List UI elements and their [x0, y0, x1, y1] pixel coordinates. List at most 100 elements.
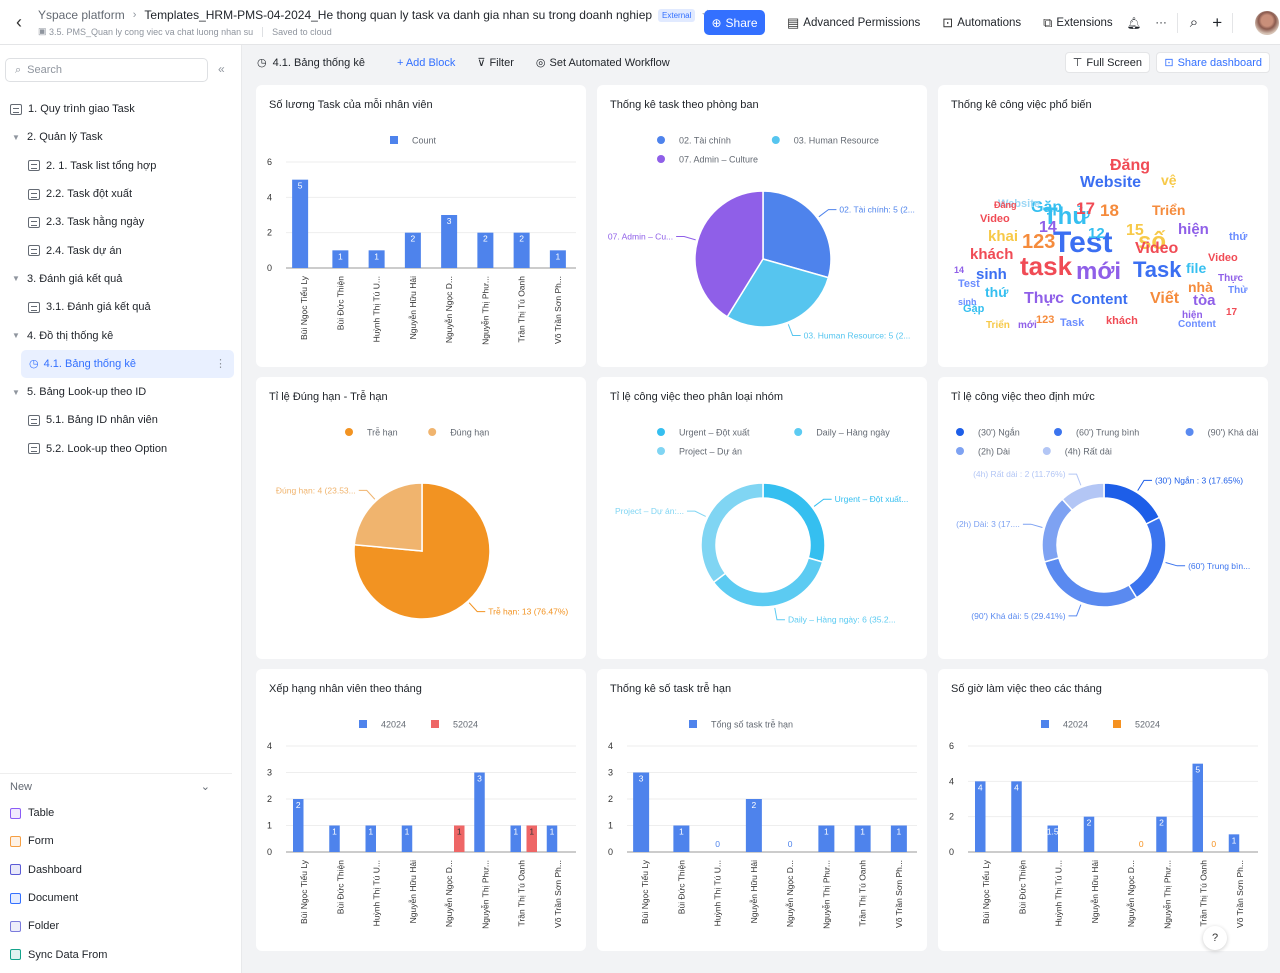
word-cloud-word: sinh	[976, 265, 1007, 283]
plus-icon[interactable]: +	[1212, 13, 1222, 33]
sidebar-item[interactable]: 5.1. Bảng ID nhân viên	[0, 406, 242, 434]
puzzle-icon: ⧉	[1043, 14, 1053, 30]
sidebar-item[interactable]: 2.4. Task dự án	[0, 236, 242, 264]
notification-bell-icon[interactable]: 🔔︎	[1127, 16, 1142, 30]
folder-path[interactable]: 3.5. PMS_Quan ly cong viec va chat luong…	[49, 27, 253, 37]
x-tick-label: Huỳnh Thị Tú U...	[1054, 860, 1064, 926]
document-icon	[10, 103, 22, 115]
share-dashboard-label: Share dashboard	[1177, 56, 1262, 69]
x-tick-label: Nguyễn Thị Phư...	[1162, 860, 1172, 929]
search-icon[interactable]: ⌕	[1190, 14, 1198, 31]
folder-icon: ▣	[38, 26, 50, 36]
x-tick-label: Trần Thị Tú Oanh	[517, 276, 527, 343]
advanced-permissions-button[interactable]: ▤ Advanced Permissions	[787, 15, 920, 31]
sidebar-item[interactable]: ▼ 5. Bảng Look-up theo ID	[0, 378, 242, 406]
word-cloud-word: 17	[1226, 306, 1238, 318]
chart-card-c1[interactable]: Số lương Task của mỗi nhân viên Count 0 2 4 6…	[256, 85, 586, 367]
new-item-sync-data-from[interactable]: Sync Data From	[0, 940, 242, 968]
x-tick-label: Bùi Đức Thiện	[1017, 860, 1027, 914]
filter-button[interactable]: ⊽ Filter	[477, 56, 514, 70]
add-block-button[interactable]: + Add Block	[397, 57, 455, 69]
word-cloud-word: Thử	[1228, 284, 1248, 296]
sidebar-item[interactable]: ▼ 3. Đánh giá kết quả	[0, 265, 242, 293]
sidebar-item-label: 5.2. Look-up theo Option	[46, 442, 168, 455]
chart-card-c9[interactable]: Số giờ làm việc theo các tháng 42024 52024…	[938, 669, 1268, 951]
legend-swatch	[428, 428, 437, 436]
divider	[1232, 12, 1234, 33]
sidebar-item[interactable]: 3.1. Đánh giá kết quả	[0, 293, 242, 321]
collapse-sidebar-icon[interactable]: «	[218, 62, 225, 76]
x-tick-label: Bùi Đức Thiện	[676, 860, 686, 914]
bar-value-label: 3	[639, 774, 644, 784]
chart-card-c8[interactable]: Thống kê số task trễ hạn Tổng số task trễ…	[597, 669, 927, 951]
doc-title[interactable]: Templates_HRM-PMS-04-2024_He thong quan …	[144, 8, 652, 22]
help-icon[interactable]: ?	[1203, 926, 1227, 950]
divider	[262, 26, 264, 37]
legend-label: Trễ hạn	[367, 428, 398, 438]
sidebar-item[interactable]: 2.2. Task đột xuất	[0, 180, 242, 208]
pie-slice	[1041, 498, 1074, 563]
sidebar-item[interactable]: 5.2. Look-up theo Option	[0, 435, 242, 463]
sidebar-item[interactable]: 2.3. Task hằng ngày	[0, 208, 242, 236]
chart-card-c5[interactable]: Tỉ lệ công việc theo phân loại nhóm Urgen…	[597, 377, 927, 659]
new-label: New	[10, 780, 33, 793]
new-item-document[interactable]: Document	[0, 884, 242, 912]
x-tick-label: Bùi Ngọc Tiểu Ly	[981, 859, 991, 924]
user-avatar[interactable]	[1255, 10, 1280, 35]
chart-svg: 42024 52024 0 1 2 3 4 2 Bùi Ngọc Tiểu Ly 1 Bùi Đức…	[267, 720, 576, 929]
new-section-header[interactable]: New ⌄	[0, 773, 232, 799]
word-cloud-word: vệ	[1161, 171, 1177, 188]
full-screen-button[interactable]: ⊤ Full Screen	[1064, 52, 1150, 73]
chart-svg: Tổng số task trễ hạn 0 1 2 3 4 3 Bùi Ngọc Tiểu …	[608, 720, 917, 929]
label-leader-line	[1068, 473, 1082, 486]
sidebar-item-label: 2.2. Task đột xuất	[46, 188, 133, 201]
chart-card-c7[interactable]: Xếp hạng nhân viên theo tháng 42024 52024 0…	[256, 669, 586, 951]
new-item-label: Document	[28, 892, 79, 905]
new-item-table[interactable]: Table	[0, 799, 242, 827]
chart-card-c2[interactable]: Thống kê task theo phòng ban 02. Tài chín…	[597, 85, 927, 367]
back-chevron-left-icon[interactable]: ‹	[4, 12, 34, 33]
x-tick-label: Nguyễn Hữu Hải	[408, 276, 418, 339]
bar-value-label: 1	[332, 827, 337, 837]
sidebar-item-label: 2. 1. Task list tổng hợp	[46, 159, 157, 172]
more-icon[interactable]: ···	[1155, 17, 1167, 29]
bar-value-label: 0	[1211, 839, 1216, 849]
new-item-dashboard[interactable]: Dashboard	[0, 856, 242, 884]
sidebar-item[interactable]: ◷ 4.1. Bảng thống kê ⋮	[21, 349, 234, 378]
word-cloud-word: Triển	[1152, 201, 1186, 218]
automations-button[interactable]: ⊡ Automations	[942, 15, 1021, 31]
table-icon	[28, 443, 40, 455]
search-placeholder: Search	[27, 64, 63, 76]
bar-value-label: 2	[296, 800, 301, 810]
new-item-folder[interactable]: Folder	[0, 912, 242, 940]
full-screen-label: Full Screen	[1086, 56, 1142, 69]
word-cloud-word: Content	[1071, 290, 1128, 308]
chart-card-c6[interactable]: Tỉ lệ công việc theo định mức (30') Ngắn(…	[938, 377, 1268, 659]
slice-label: (2h) Dài: 3 (17....	[956, 519, 1020, 529]
chart-card-c3[interactable]: Thống kê công việc phổ biến Test Thử task mớ…	[938, 85, 1268, 367]
sidebar-item[interactable]: ▼ 2. Quản lý Task	[0, 123, 242, 151]
x-tick-label: Nguyễn Ngọc D...	[1126, 860, 1136, 927]
breadcrumb-root[interactable]: Yspace platform	[38, 8, 125, 22]
caret-down-icon[interactable]: ▼	[10, 274, 22, 283]
automated-workflow-button[interactable]: ◎ Set Automated Workflow	[536, 56, 670, 70]
chart-card-c4[interactable]: Tỉ lệ Đúng hạn - Trễ hạn Trễ hạn Đúng hạn T…	[256, 377, 586, 659]
sidebar-item[interactable]: ▼ 4. Đồ thị thống kê	[0, 321, 242, 349]
new-item-form[interactable]: Form	[0, 827, 242, 855]
share-dashboard-button[interactable]: ⊡ Share dashboard	[1156, 52, 1270, 73]
caret-down-icon[interactable]: ▼	[10, 388, 22, 397]
caret-down-icon[interactable]: ▼	[10, 331, 22, 340]
share-button[interactable]: ⊕ Share	[704, 10, 765, 35]
extensions-button[interactable]: ⧉ Extensions	[1043, 15, 1113, 31]
slice-label: Đúng hạn: 4 (23.53...	[276, 485, 356, 495]
x-tick-label: Võ Trần Sơn Ph...	[894, 860, 904, 928]
new-section: New ⌄ Table Form Dashboard Document Folder Syn…	[0, 773, 242, 969]
sidebar-item[interactable]: 2. 1. Task list tổng hợp	[0, 152, 242, 180]
sidebar-search-input[interactable]: ⌕ Search	[5, 58, 208, 82]
y-tick-label: 1	[267, 821, 272, 831]
word-cloud-word: sinh	[958, 297, 977, 308]
more-vertical-icon[interactable]: ⋮	[215, 357, 226, 370]
dashboard-icon: ◷	[29, 358, 39, 371]
caret-down-icon[interactable]: ▼	[10, 133, 22, 142]
sidebar-item[interactable]: 1. Quy trình giao Task	[0, 95, 242, 123]
